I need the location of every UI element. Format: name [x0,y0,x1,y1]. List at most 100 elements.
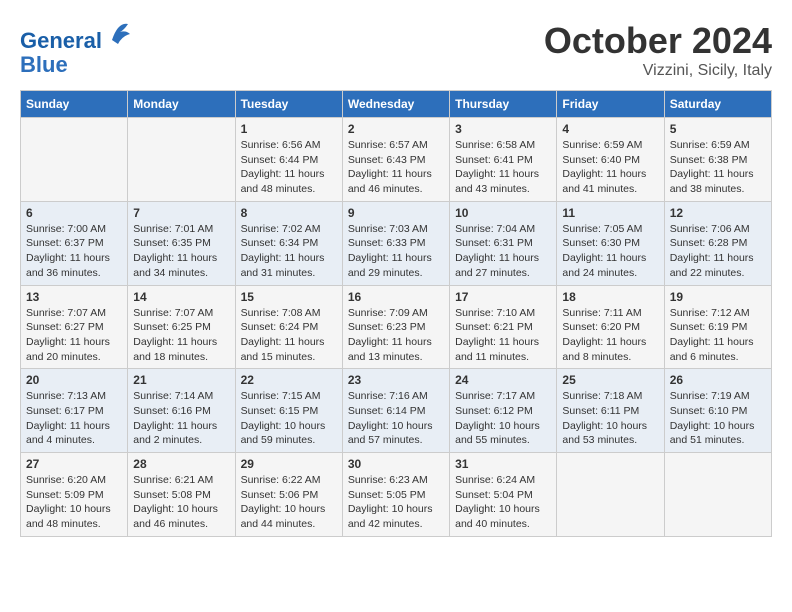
calendar-table: SundayMondayTuesdayWednesdayThursdayFrid… [20,90,772,537]
calendar-cell [664,453,771,537]
day-number: 30 [348,457,444,471]
day-info: Sunrise: 6:57 AM Sunset: 6:43 PM Dayligh… [348,138,444,197]
day-info: Sunrise: 7:15 AM Sunset: 6:15 PM Dayligh… [241,389,337,448]
day-number: 29 [241,457,337,471]
day-info: Sunrise: 6:59 AM Sunset: 6:38 PM Dayligh… [670,138,766,197]
day-info: Sunrise: 7:13 AM Sunset: 6:17 PM Dayligh… [26,389,122,448]
page-header: General Blue October 2024 Vizzini, Sicil… [20,20,772,80]
day-number: 23 [348,373,444,387]
calendar-week-row: 6Sunrise: 7:00 AM Sunset: 6:37 PM Daylig… [21,201,772,285]
day-info: Sunrise: 7:14 AM Sunset: 6:16 PM Dayligh… [133,389,229,448]
calendar-cell: 10 Sunrise: 7:04 AM Sunset: 6:31 PM Dayli… [450,201,557,285]
day-number: 12 [670,206,766,220]
day-number: 14 [133,290,229,304]
logo-bird-icon [110,20,130,48]
weekday-header-row: SundayMondayTuesdayWednesdayThursdayFrid… [21,91,772,118]
weekday-header: Friday [557,91,664,118]
calendar-cell: 23Sunrise: 7:16 AM Sunset: 6:14 PM Dayli… [342,369,449,453]
calendar-cell: 12Sunrise: 7:06 AM Sunset: 6:28 PM Dayli… [664,201,771,285]
calendar-cell: 29 Sunrise: 6:22 AM Sunset: 5:06 PM Dayli… [235,453,342,537]
logo: General Blue [20,20,130,77]
calendar-week-row: 27 Sunrise: 6:20 AM Sunset: 5:09 PM Dayli… [21,453,772,537]
day-number: 16 [348,290,444,304]
calendar-cell: 26 Sunrise: 7:19 AM Sunset: 6:10 PM Dayli… [664,369,771,453]
calendar-cell: 21 Sunrise: 7:14 AM Sunset: 6:16 PM Dayli… [128,369,235,453]
day-number: 21 [133,373,229,387]
day-number: 26 [670,373,766,387]
day-number: 11 [562,206,658,220]
calendar-cell: 15Sunrise: 7:08 AM Sunset: 6:24 PM Dayli… [235,285,342,369]
day-info: Sunrise: 6:22 AM Sunset: 5:06 PM Dayligh… [241,473,337,532]
day-info: Sunrise: 7:18 AM Sunset: 6:11 PM Dayligh… [562,389,658,448]
calendar-cell: 2 Sunrise: 6:57 AM Sunset: 6:43 PM Daylig… [342,118,449,202]
calendar-cell: 5 Sunrise: 6:59 AM Sunset: 6:38 PM Daylig… [664,118,771,202]
logo-general: General [20,28,102,53]
title-block: October 2024 Vizzini, Sicily, Italy [544,20,772,80]
day-info: Sunrise: 7:05 AM Sunset: 6:30 PM Dayligh… [562,222,658,281]
weekday-header: Tuesday [235,91,342,118]
day-info: Sunrise: 7:01 AM Sunset: 6:35 PM Dayligh… [133,222,229,281]
day-info: Sunrise: 7:09 AM Sunset: 6:23 PM Dayligh… [348,306,444,365]
calendar-cell: 8 Sunrise: 7:02 AM Sunset: 6:34 PM Daylig… [235,201,342,285]
day-number: 15 [241,290,337,304]
day-info: Sunrise: 7:02 AM Sunset: 6:34 PM Dayligh… [241,222,337,281]
day-number: 22 [241,373,337,387]
day-number: 27 [26,457,122,471]
calendar-cell: 19Sunrise: 7:12 AM Sunset: 6:19 PM Dayli… [664,285,771,369]
day-number: 1 [241,122,337,136]
calendar-cell: 16 Sunrise: 7:09 AM Sunset: 6:23 PM Dayli… [342,285,449,369]
calendar-cell [21,118,128,202]
day-number: 20 [26,373,122,387]
weekday-header: Wednesday [342,91,449,118]
day-number: 5 [670,122,766,136]
calendar-cell: 14 Sunrise: 7:07 AM Sunset: 6:25 PM Dayli… [128,285,235,369]
day-info: Sunrise: 7:04 AM Sunset: 6:31 PM Dayligh… [455,222,551,281]
day-number: 13 [26,290,122,304]
day-number: 8 [241,206,337,220]
calendar-cell: 1 Sunrise: 6:56 AM Sunset: 6:44 PM Daylig… [235,118,342,202]
day-number: 25 [562,373,658,387]
calendar-cell: 18Sunrise: 7:11 AM Sunset: 6:20 PM Dayli… [557,285,664,369]
calendar-cell: 7 Sunrise: 7:01 AM Sunset: 6:35 PM Daylig… [128,201,235,285]
calendar-cell: 6Sunrise: 7:00 AM Sunset: 6:37 PM Daylig… [21,201,128,285]
day-number: 31 [455,457,551,471]
day-info: Sunrise: 6:24 AM Sunset: 5:04 PM Dayligh… [455,473,551,532]
calendar-cell: 4 Sunrise: 6:59 AM Sunset: 6:40 PM Daylig… [557,118,664,202]
weekday-header: Monday [128,91,235,118]
day-info: Sunrise: 7:07 AM Sunset: 6:25 PM Dayligh… [133,306,229,365]
day-number: 17 [455,290,551,304]
day-info: Sunrise: 7:11 AM Sunset: 6:20 PM Dayligh… [562,306,658,365]
weekday-header: Saturday [664,91,771,118]
weekday-header: Sunday [21,91,128,118]
day-info: Sunrise: 7:17 AM Sunset: 6:12 PM Dayligh… [455,389,551,448]
day-info: Sunrise: 7:12 AM Sunset: 6:19 PM Dayligh… [670,306,766,365]
day-info: Sunrise: 7:10 AM Sunset: 6:21 PM Dayligh… [455,306,551,365]
calendar-cell: 9Sunrise: 7:03 AM Sunset: 6:33 PM Daylig… [342,201,449,285]
calendar-week-row: 1 Sunrise: 6:56 AM Sunset: 6:44 PM Daylig… [21,118,772,202]
day-info: Sunrise: 7:19 AM Sunset: 6:10 PM Dayligh… [670,389,766,448]
day-info: Sunrise: 6:20 AM Sunset: 5:09 PM Dayligh… [26,473,122,532]
day-number: 4 [562,122,658,136]
day-info: Sunrise: 6:21 AM Sunset: 5:08 PM Dayligh… [133,473,229,532]
day-number: 28 [133,457,229,471]
calendar-cell: 31 Sunrise: 6:24 AM Sunset: 5:04 PM Dayli… [450,453,557,537]
day-number: 3 [455,122,551,136]
day-info: Sunrise: 7:00 AM Sunset: 6:37 PM Dayligh… [26,222,122,281]
calendar-cell: 22 Sunrise: 7:15 AM Sunset: 6:15 PM Dayli… [235,369,342,453]
day-info: Sunrise: 6:59 AM Sunset: 6:40 PM Dayligh… [562,138,658,197]
day-number: 24 [455,373,551,387]
calendar-cell: 30Sunrise: 6:23 AM Sunset: 5:05 PM Dayli… [342,453,449,537]
calendar-cell: 25 Sunrise: 7:18 AM Sunset: 6:11 PM Dayli… [557,369,664,453]
day-number: 9 [348,206,444,220]
day-number: 2 [348,122,444,136]
day-number: 10 [455,206,551,220]
location: Vizzini, Sicily, Italy [544,62,772,80]
calendar-cell: 20 Sunrise: 7:13 AM Sunset: 6:17 PM Dayli… [21,369,128,453]
month-title: October 2024 [544,20,772,62]
calendar-cell: 28 Sunrise: 6:21 AM Sunset: 5:08 PM Dayli… [128,453,235,537]
day-info: Sunrise: 6:56 AM Sunset: 6:44 PM Dayligh… [241,138,337,197]
day-number: 7 [133,206,229,220]
calendar-cell [557,453,664,537]
day-info: Sunrise: 6:58 AM Sunset: 6:41 PM Dayligh… [455,138,551,197]
calendar-cell: 11 Sunrise: 7:05 AM Sunset: 6:30 PM Dayli… [557,201,664,285]
